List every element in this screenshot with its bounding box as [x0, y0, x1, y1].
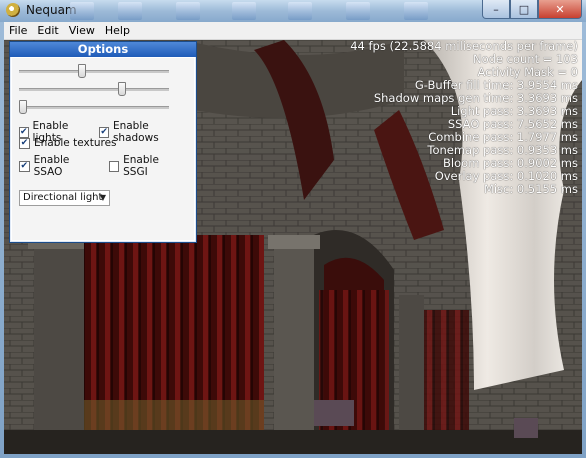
- slider-track: [19, 70, 169, 73]
- performance-stats: 44 fps (22.5884 miliseconds per frame) N…: [350, 40, 578, 196]
- enable-ssgi-checkbox[interactable]: [108, 160, 120, 172]
- enable-shadows-checkbox[interactable]: ✔: [99, 126, 109, 138]
- enable-ssao-label: Enable SSAO: [33, 154, 70, 178]
- checkbox-row: ✔ Enable textures: [19, 137, 127, 149]
- background-window-icon: [70, 2, 94, 20]
- slider-thumb[interactable]: [19, 100, 27, 114]
- light-type-dropdown[interactable]: Directional light ▼: [19, 190, 110, 206]
- close-button[interactable]: ✕: [538, 0, 582, 19]
- background-window-icon: [404, 2, 428, 20]
- close-icon: ✕: [555, 2, 565, 16]
- enable-textures-checkbox[interactable]: ✔: [19, 137, 30, 149]
- option-slider-1[interactable]: [19, 64, 169, 78]
- slider-thumb[interactable]: [77, 64, 86, 78]
- maximize-button[interactable]: □: [510, 0, 538, 19]
- options-body: ✔ Enable lights ✔ Enable shadows ✔ Enabl…: [12, 58, 194, 240]
- enable-textures-label: Enable textures: [34, 137, 117, 149]
- enable-ssao-checkbox[interactable]: ✔: [19, 160, 30, 172]
- menu-view[interactable]: View: [64, 24, 100, 37]
- misc-time: Misc: 0.5155 ms: [483, 182, 578, 196]
- enable-ssgi-label: Enable SSGI: [123, 154, 159, 178]
- minimize-icon: –: [493, 2, 499, 16]
- light-type-value: Directional light: [23, 192, 103, 203]
- enable-lights-checkbox[interactable]: ✔: [19, 126, 29, 138]
- maximize-icon: □: [518, 2, 530, 16]
- title-bar[interactable]: Nequam – □ ✕: [0, 0, 586, 22]
- options-panel: Options ✔ Enable lights ✔ Enable shadows: [9, 41, 197, 243]
- background-window-icon: [346, 2, 370, 20]
- menu-help[interactable]: Help: [100, 24, 135, 37]
- checkbox-row: ✔ Enable SSAO Enable SSGI: [19, 154, 194, 178]
- background-window-icon: [232, 2, 256, 20]
- background-window-icon: [176, 2, 200, 20]
- menu-bar: File Edit View Help: [4, 22, 582, 40]
- minimize-button[interactable]: –: [482, 0, 510, 19]
- background-window-icon: [118, 2, 142, 20]
- background-window-icon: [288, 2, 312, 20]
- slider-track: [19, 88, 169, 91]
- app-window: Nequam – □ ✕ File Edit View Help 44 fps …: [0, 0, 586, 458]
- app-icon: [6, 3, 20, 17]
- window-controls: – □ ✕: [482, 0, 582, 19]
- option-slider-3[interactable]: [19, 100, 169, 114]
- slider-thumb[interactable]: [118, 82, 126, 96]
- chevron-down-icon: ▼: [99, 193, 106, 202]
- menu-edit[interactable]: Edit: [32, 24, 63, 37]
- options-title[interactable]: Options: [10, 42, 196, 57]
- menu-file[interactable]: File: [4, 24, 32, 37]
- slider-track: [19, 106, 169, 109]
- option-slider-2[interactable]: [19, 82, 169, 96]
